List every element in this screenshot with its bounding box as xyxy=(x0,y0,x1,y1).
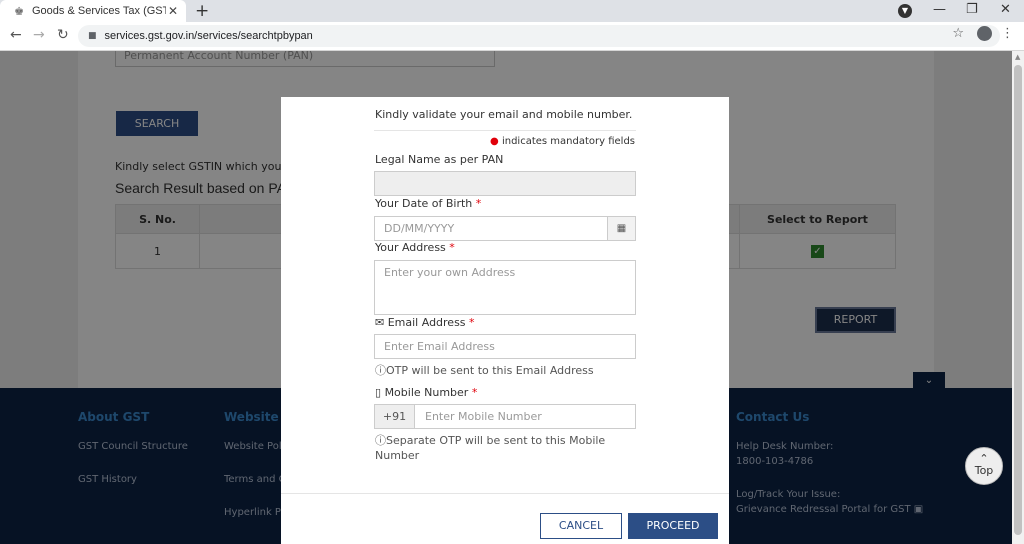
email-help: ⓘOTP will be sent to this Email Address xyxy=(375,364,594,377)
mobile-help: ⓘSeparate OTP will be sent to this Mobil… xyxy=(375,434,606,462)
cancel-button[interactable]: CANCEL xyxy=(540,513,622,539)
info-icon: ⓘ xyxy=(375,434,386,447)
tab-title: Goods & Services Tax (GST) | Services xyxy=(32,5,166,17)
address-bar[interactable]: ■ services.gst.gov.in/services/searchtpb… xyxy=(78,25,1000,47)
mobile-phone-icon: ▯ xyxy=(375,386,382,399)
top-label: Top xyxy=(974,464,994,477)
mobile-field[interactable]: +91 Enter Mobile Number xyxy=(374,404,636,429)
url-text: services.gst.gov.in/services/searchtpbyp… xyxy=(104,30,313,42)
country-code-prefix: +91 xyxy=(375,405,415,428)
email-field[interactable]: Enter Email Address xyxy=(374,334,636,359)
mobile-placeholder: Enter Mobile Number xyxy=(425,410,542,423)
page-scrollbar[interactable]: ▲ xyxy=(1012,51,1024,544)
modal-footer-divider xyxy=(281,493,729,494)
divider xyxy=(374,130,636,131)
browser-tab-bar: ♚ Goods & Services Tax (GST) | Services … xyxy=(0,0,1024,22)
back-to-top-button[interactable]: ⌃ Top xyxy=(965,447,1003,485)
mandatory-note: ● indicates mandatory fields xyxy=(490,136,635,147)
window-close-icon[interactable]: ✕ xyxy=(1000,2,1011,17)
info-icon: ⓘ xyxy=(375,364,386,377)
browser-tab[interactable]: ♚ Goods & Services Tax (GST) | Services … xyxy=(0,0,186,22)
dob-field[interactable]: DD/MM/YYYY ▦ xyxy=(374,216,636,241)
profile-menu-icon[interactable]: ▼ xyxy=(898,4,912,18)
mobile-label: ▯ Mobile Number * xyxy=(375,386,478,399)
forward-icon[interactable]: → xyxy=(33,27,45,43)
scroll-up-icon[interactable]: ▲ xyxy=(1015,53,1020,61)
back-icon[interactable]: ← xyxy=(10,27,22,43)
minimize-icon[interactable]: — xyxy=(933,2,946,17)
envelope-icon: ✉ xyxy=(375,316,385,329)
browser-menu-icon[interactable]: ⋮ xyxy=(1001,26,1014,41)
address-label: Your Address * xyxy=(375,241,455,254)
email-label: ✉ Email Address * xyxy=(375,316,475,329)
tab-close-icon[interactable]: ✕ xyxy=(168,4,178,18)
bookmark-star-icon[interactable]: ☆ xyxy=(952,26,964,41)
restore-icon[interactable]: ❐ xyxy=(966,2,978,17)
dob-label: Your Date of Birth * xyxy=(375,197,482,210)
proceed-button[interactable]: PROCEED xyxy=(628,513,718,539)
lock-icon: ■ xyxy=(88,31,97,41)
legal-name-label: Legal Name as per PAN xyxy=(375,153,504,166)
legal-name-field xyxy=(374,171,636,196)
new-tab-button[interactable]: + xyxy=(195,1,209,21)
modal-intro: Kindly validate your email and mobile nu… xyxy=(375,108,633,121)
emblem-icon: ♚ xyxy=(14,4,24,18)
browser-toolbar: ← → ↻ ■ services.gst.gov.in/services/sea… xyxy=(0,22,1024,51)
calendar-icon[interactable]: ▦ xyxy=(607,217,635,240)
required-marker: ● xyxy=(490,136,499,147)
address-textarea[interactable]: Enter your own Address xyxy=(374,260,636,315)
scrollbar-thumb[interactable] xyxy=(1014,65,1022,535)
account-avatar-icon[interactable] xyxy=(977,26,992,41)
validation-modal: Kindly validate your email and mobile nu… xyxy=(281,97,729,544)
reload-icon[interactable]: ↻ xyxy=(57,27,69,43)
dob-placeholder: DD/MM/YYYY xyxy=(384,222,455,235)
